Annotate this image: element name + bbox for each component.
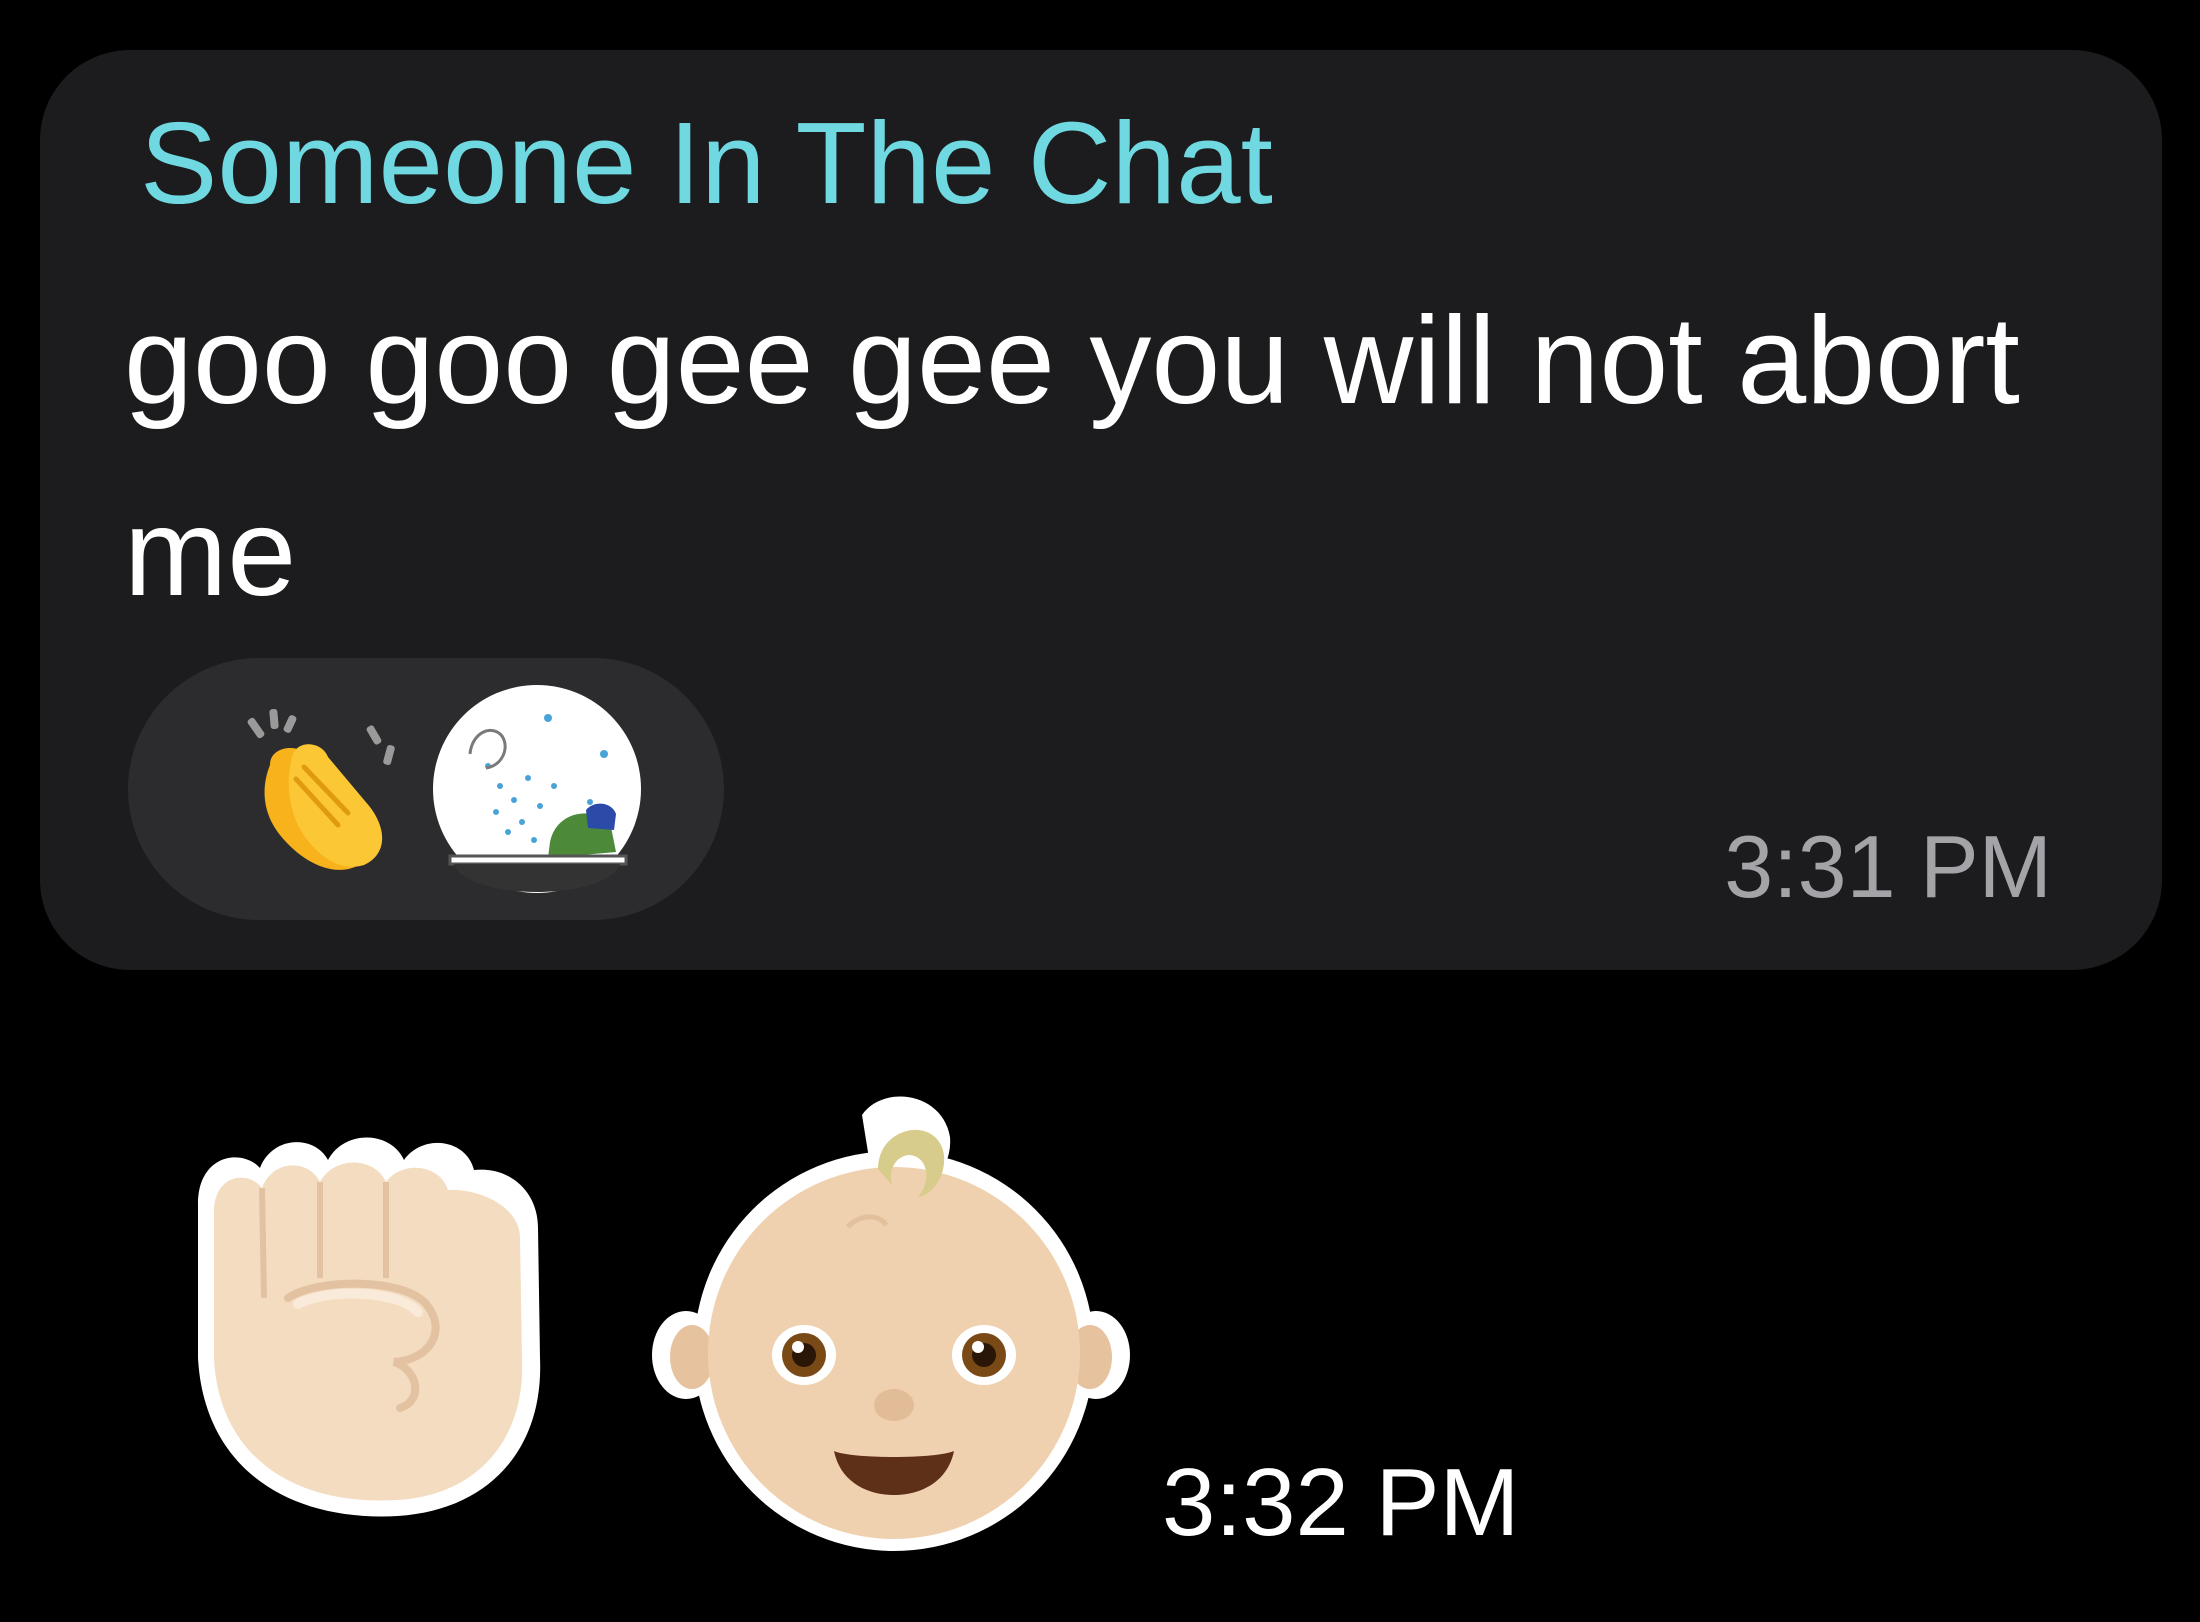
raised-fist-icon[interactable]	[168, 1108, 580, 1524]
sender-name[interactable]: Someone In The Chat	[140, 98, 1273, 228]
message-text: goo goo gee gee you will not abort me	[124, 292, 2020, 622]
message-timestamp: 3:31 PM	[1724, 817, 2052, 916]
baby-face-icon[interactable]	[652, 1085, 1130, 1557]
clapping-hands-icon[interactable]	[230, 695, 410, 875]
frog-bath-sticker-icon[interactable]	[430, 682, 644, 896]
reply-timestamp: 3:32 PM	[1162, 1449, 1520, 1556]
reactions-pill[interactable]	[128, 658, 724, 920]
